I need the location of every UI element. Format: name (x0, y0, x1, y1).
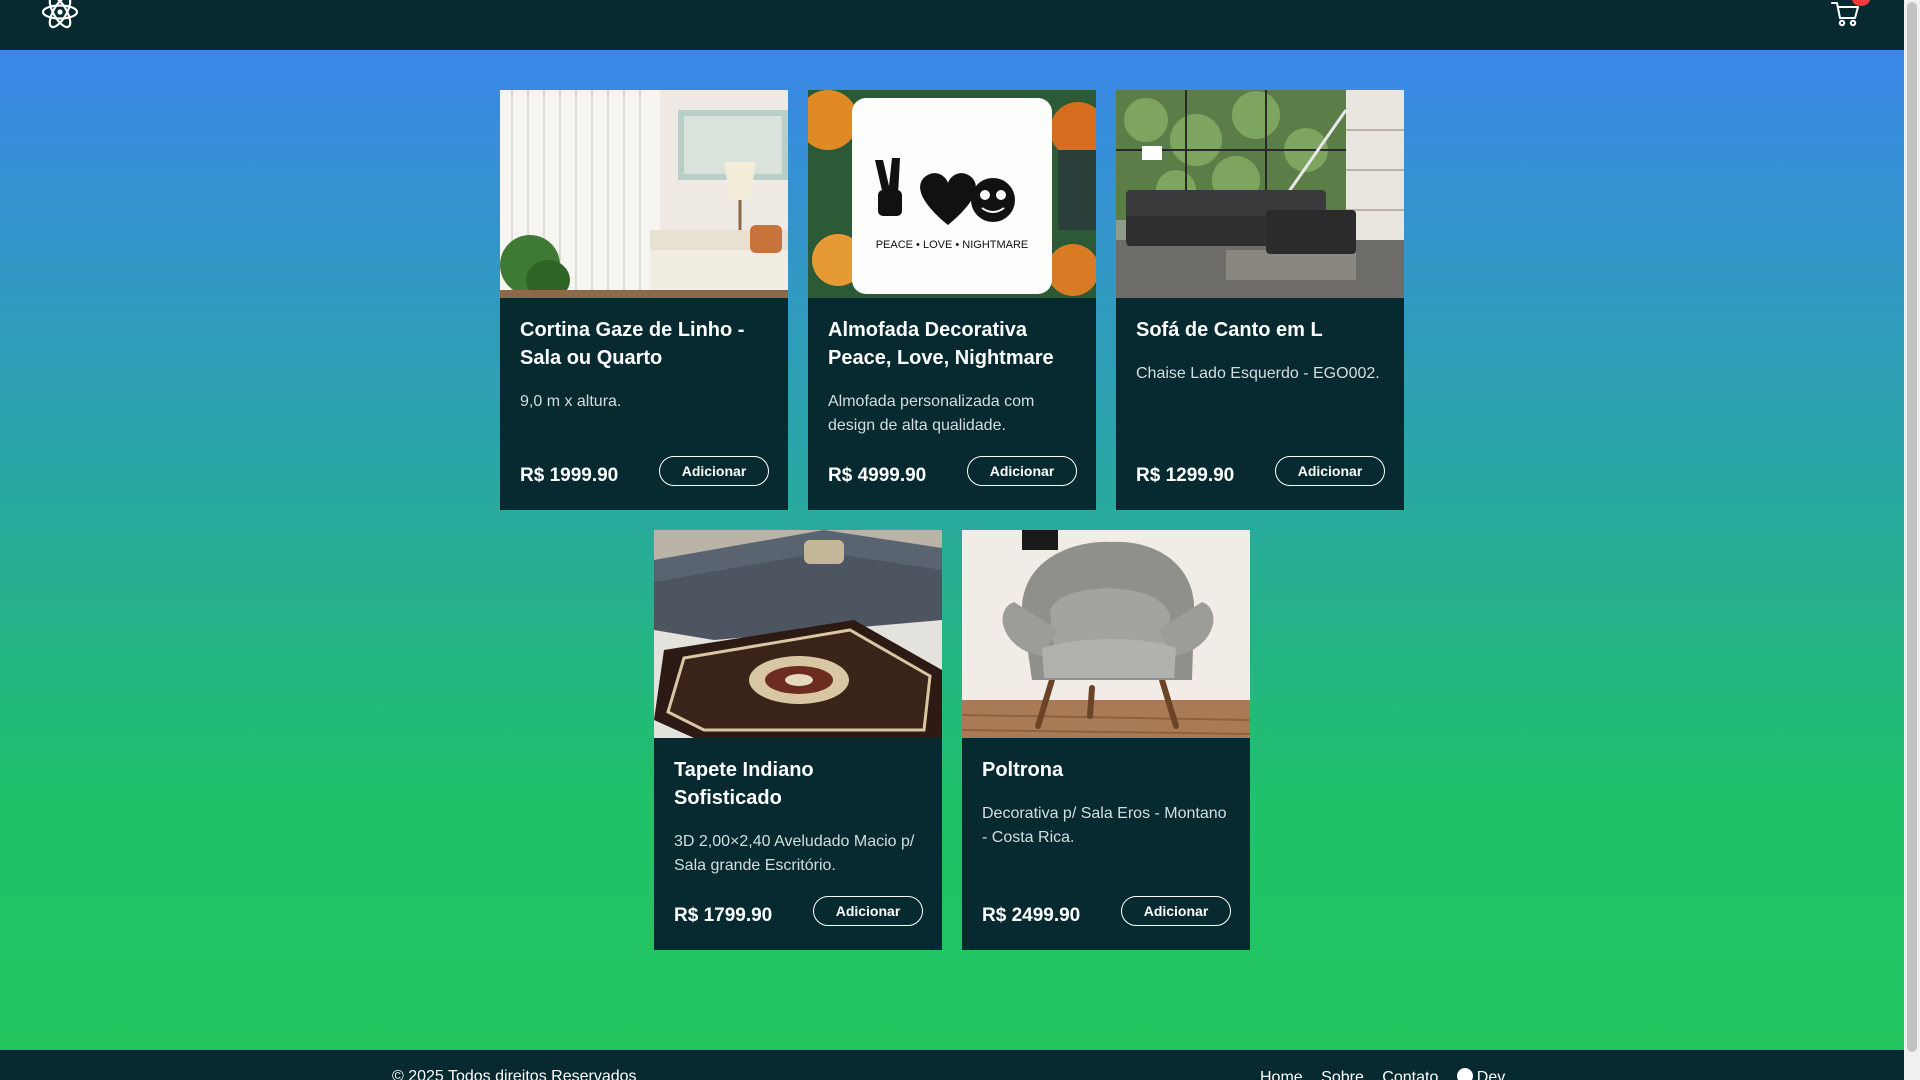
product-title: Almofada Decorativa Peace, Love, Nightma… (828, 319, 1054, 369)
product-description: Chaise Lado Esquerdo - EGO002. (1136, 365, 1380, 382)
product-image-armchair (962, 530, 1250, 738)
product-card: PEACE • LOVE • NIGHTMARE Almofada Decora… (808, 90, 1096, 510)
add-to-cart-button[interactable]: Adicionar (813, 896, 923, 926)
copyright-text: © 2025 Todos direitos Reservados (392, 1068, 637, 1080)
product-description: 9,0 m x altura. (520, 393, 622, 410)
product-image-rug (654, 530, 942, 738)
product-description: 3D 2,00×2,40 Aveludado Macio p/ Sala gra… (674, 833, 915, 874)
footer-nav: Home Sobre Contato Dev (1260, 1068, 1519, 1080)
add-to-cart-button[interactable]: Adicionar (1121, 896, 1231, 926)
product-price: R$ 1299.90 (1136, 465, 1235, 486)
footer-link-home[interactable]: Home (1260, 1069, 1303, 1080)
footer-link-sobre[interactable]: Sobre (1321, 1069, 1364, 1080)
product-card: Tapete Indiano Sofisticado 3D 2,00×2,40 … (654, 530, 942, 950)
product-title: Poltrona (982, 759, 1064, 781)
product-image-sofa (1116, 90, 1404, 298)
page-scrollbar[interactable] (1904, 0, 1920, 1080)
add-to-cart-button[interactable]: Adicionar (1275, 456, 1385, 486)
footer-link-dev[interactable]: Dev (1456, 1068, 1506, 1080)
product-card: Cortina Gaze de Linho - Sala ou Quarto 9… (500, 90, 788, 510)
product-price: R$ 1999.90 (520, 465, 619, 486)
top-navbar (0, 0, 1904, 50)
product-grid-section: Cortina Gaze de Linho - Sala ou Quarto 9… (0, 50, 1904, 1050)
add-to-cart-button[interactable]: Adicionar (659, 456, 769, 486)
footer-link-contato[interactable]: Contato (1382, 1069, 1438, 1080)
product-image-pillow: PEACE • LOVE • NIGHTMARE (808, 90, 1096, 298)
product-card: Sofá de Canto em L Chaise Lado Esquerdo … (1116, 90, 1404, 510)
product-title: Tapete Indiano Sofisticado (674, 759, 814, 809)
product-description: Decorativa p/ Sala Eros - Montano - Cost… (982, 805, 1227, 846)
product-description: Almofada personalizada com design de alt… (828, 393, 1035, 434)
product-price: R$ 2499.90 (982, 905, 1081, 926)
add-to-cart-button[interactable]: Adicionar (967, 456, 1077, 486)
atom-icon[interactable] (40, 0, 80, 30)
product-price: R$ 1799.90 (674, 905, 773, 926)
footer-link-dev-label: Dev (1476, 1069, 1506, 1080)
product-price: R$ 4999.90 (828, 465, 927, 486)
product-title: Sofá de Canto em L (1136, 319, 1323, 341)
pillow-print-text: PEACE • LOVE • NIGHTMARE (876, 239, 1029, 251)
scrollbar-thumb[interactable] (1907, 2, 1917, 1052)
github-icon (1456, 1068, 1473, 1080)
product-title: Cortina Gaze de Linho - Sala ou Quarto (520, 319, 745, 369)
product-card: Poltrona Decorativa p/ Sala Eros - Monta… (962, 530, 1250, 950)
product-image-curtain (500, 90, 788, 298)
page-viewport: Cortina Gaze de Linho - Sala ou Quarto 9… (0, 0, 1904, 1080)
site-footer: © 2025 Todos direitos Reservados Home So… (0, 1050, 1904, 1080)
